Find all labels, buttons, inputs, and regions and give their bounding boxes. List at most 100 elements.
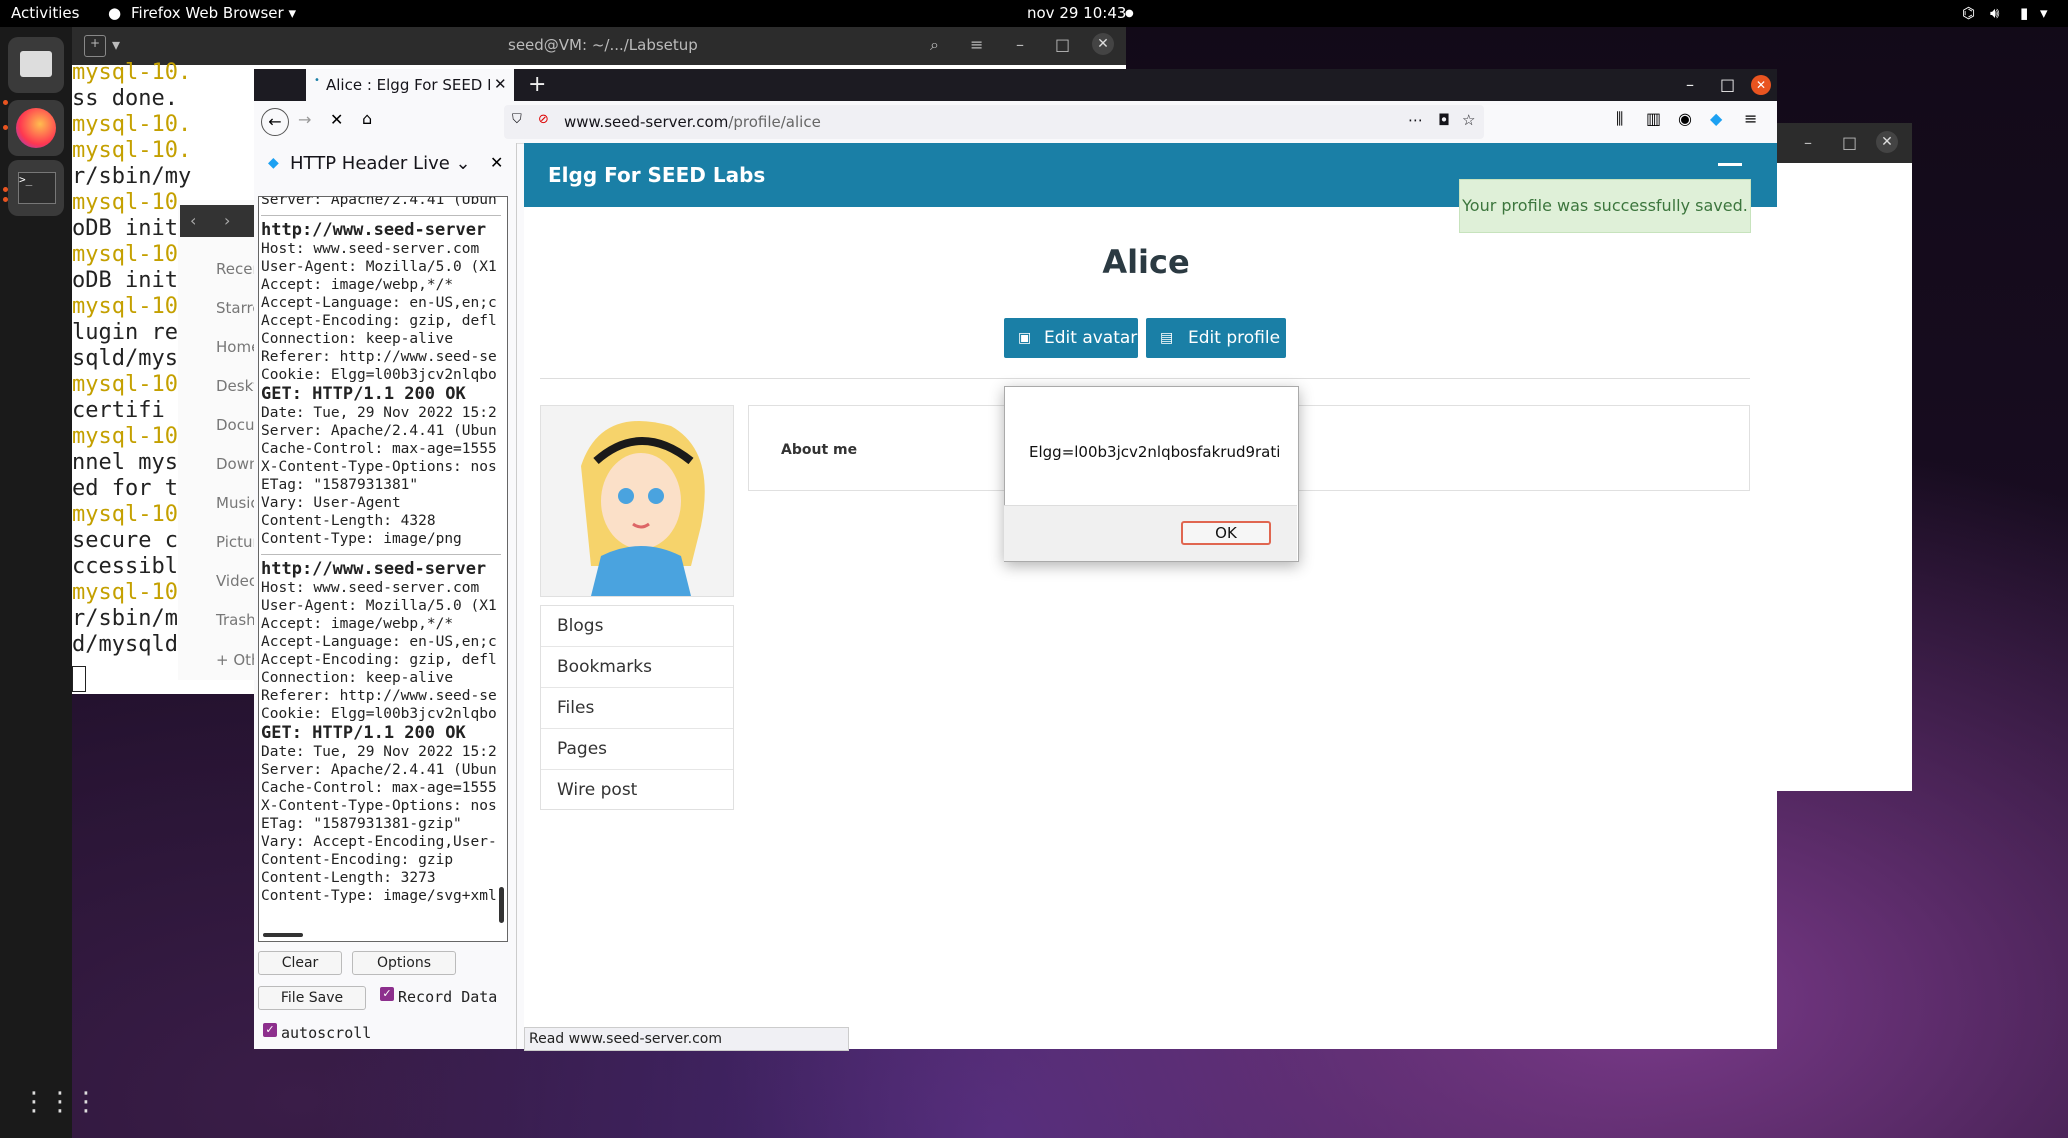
battery-icon[interactable]: ▮ bbox=[2020, 4, 2028, 22]
system-menu-chevron-icon[interactable]: ▾ bbox=[2040, 4, 2048, 22]
firefox-app-icon: ● bbox=[108, 4, 122, 22]
close-icon[interactable]: ✕ bbox=[1751, 75, 1771, 95]
site-title[interactable]: Elgg For SEED Labs bbox=[548, 163, 765, 187]
files-sidebar-item[interactable]: Deskt bbox=[216, 377, 259, 395]
owner-menu-item[interactable]: Pages bbox=[557, 739, 607, 759]
log-entry-line: ETag: "1587931381" bbox=[261, 477, 419, 493]
sidebar-close-icon[interactable]: ✕ bbox=[490, 153, 503, 172]
library-icon[interactable]: ⫼ bbox=[1616, 109, 1623, 129]
sidebar-toggle-icon[interactable]: ▥ bbox=[1646, 109, 1661, 128]
tab-close-icon[interactable]: ✕ bbox=[494, 75, 507, 93]
hamburger-menu-icon[interactable]: ≡ bbox=[970, 35, 983, 54]
files-sidebar-item[interactable]: Docu bbox=[216, 416, 254, 434]
owner-menu-item[interactable]: Bookmarks bbox=[557, 657, 652, 677]
options-button[interactable]: Options bbox=[352, 951, 456, 975]
hamburger-menu-icon[interactable]: ≡ bbox=[1744, 109, 1757, 128]
maximize-icon[interactable]: □ bbox=[1842, 133, 1857, 152]
terminal-dock-button[interactable]: >_ bbox=[8, 160, 64, 216]
running-indicator bbox=[3, 197, 8, 202]
header-log[interactable]: Server: Apache/2.4.41 (Ubun http://www.se… bbox=[258, 196, 508, 942]
terminal-line: ed for t bbox=[72, 476, 178, 501]
search-icon[interactable]: ⌕ bbox=[930, 35, 939, 55]
success-toast[interactable]: Your profile was successfully saved. bbox=[1459, 179, 1751, 233]
pocket-icon[interactable]: ◘ bbox=[1438, 111, 1450, 129]
close-icon[interactable]: ✕ bbox=[1876, 131, 1898, 153]
stop-loading-icon[interactable]: ✕ bbox=[330, 110, 343, 129]
firefox-dock-button[interactable] bbox=[8, 100, 64, 156]
background-window bbox=[1760, 123, 1912, 791]
log-entry-line: Referer: http://www.seed-se bbox=[261, 688, 497, 704]
files-dock-button[interactable] bbox=[8, 37, 64, 93]
owner-menu-item[interactable]: Files bbox=[557, 698, 594, 718]
terminal-line: r/sbin/m bbox=[72, 606, 178, 631]
owner-menu-item[interactable]: Wire post bbox=[557, 780, 637, 800]
files-sidebar-item[interactable]: Video bbox=[216, 572, 258, 590]
files-sidebar-item[interactable]: Pictur bbox=[216, 533, 259, 551]
ok-button[interactable]: OK bbox=[1181, 521, 1271, 545]
sidebar-switcher[interactable]: HTTP Header Live ⌄ bbox=[290, 153, 471, 174]
files-sidebar-item[interactable]: Down bbox=[216, 455, 259, 473]
url-bar[interactable]: ⛉ ⊘ www.seed-server.com/profile/alice ⋯ … bbox=[504, 105, 1484, 139]
home-icon[interactable]: ⌂ bbox=[362, 109, 372, 128]
terminal-line: sqld/mys bbox=[72, 346, 178, 371]
back-button-icon[interactable]: ← bbox=[261, 108, 289, 136]
minimize-icon[interactable]: – bbox=[1686, 75, 1694, 94]
app-menu[interactable]: Firefox Web Browser ▾ bbox=[131, 4, 296, 22]
terminal-line: mysql-10 bbox=[72, 424, 178, 449]
log-entry-line: Content-Type: image/svg+xml bbox=[261, 888, 497, 904]
background-window-titlebar: – □ ✕ bbox=[1760, 123, 1912, 163]
file-save-button[interactable]: File Save bbox=[258, 986, 366, 1010]
new-tab-button[interactable]: + bbox=[528, 72, 546, 97]
url-path: /profile/alice bbox=[728, 113, 821, 131]
record-data-label: Record Data bbox=[398, 988, 498, 1006]
terminal-line: mysql-10 bbox=[72, 580, 178, 605]
minimize-icon[interactable]: – bbox=[1804, 133, 1812, 152]
terminal-line: lugin re bbox=[72, 320, 178, 345]
close-icon[interactable]: ✕ bbox=[1092, 33, 1114, 55]
log-entry-line: Server: Apache/2.4.41 (Ubun bbox=[261, 423, 497, 439]
edit-profile-button[interactable]: ▤ Edit profile bbox=[1146, 318, 1286, 358]
clear-button[interactable]: Clear bbox=[258, 951, 342, 975]
extension-icon[interactable]: ◆ bbox=[1710, 109, 1722, 128]
page-actions-icon[interactable]: ⋯ bbox=[1408, 111, 1423, 129]
minimize-icon[interactable]: – bbox=[1016, 35, 1024, 54]
edit-avatar-button[interactable]: ▣ Edit avatar bbox=[1004, 318, 1138, 358]
maximize-icon[interactable]: □ bbox=[1055, 35, 1070, 54]
back-arrow-icon[interactable]: ‹ bbox=[190, 211, 196, 230]
activities-button[interactable]: Activities bbox=[11, 4, 79, 22]
terminal-line: certifi bbox=[72, 398, 165, 423]
chevron-down-icon: ⌄ bbox=[455, 153, 471, 174]
terminal-output: mysql-10.9.0.6ss done. Readymysql-10.9.0… bbox=[72, 60, 192, 658]
bookmark-star-icon[interactable]: ☆ bbox=[1462, 111, 1475, 129]
record-data-checkbox[interactable]: ✓ bbox=[380, 987, 394, 1001]
forward-button-icon[interactable]: → bbox=[298, 110, 311, 129]
log-entry-heading: http://www.seed-server bbox=[261, 559, 487, 579]
log-entry-line: Connection: keep-alive bbox=[261, 670, 454, 686]
owner-block-menu: Blogs Bookmarks Files Pages Wire post bbox=[540, 605, 734, 810]
log-entry-line: Content-Type: image/png bbox=[261, 531, 462, 547]
account-icon[interactable]: ◉ bbox=[1678, 109, 1692, 128]
hamburger-menu-icon[interactable] bbox=[1718, 163, 1742, 166]
forward-arrow-icon[interactable]: › bbox=[224, 211, 230, 230]
terminal-line: mysql-10 bbox=[72, 242, 178, 267]
dock: >_ ⋮⋮⋮ bbox=[0, 27, 99, 1138]
terminal-line: ccessibl bbox=[72, 554, 178, 579]
terminal-title: seed@VM: ~/.../Labsetup bbox=[508, 36, 698, 54]
clock[interactable]: nov 29 10:43 bbox=[1027, 4, 1126, 22]
network-icon[interactable]: ⌬ bbox=[1962, 4, 1975, 22]
log-horizontal-scrollbar[interactable] bbox=[263, 933, 303, 937]
chevron-down-icon[interactable]: ▾ bbox=[112, 35, 120, 54]
files-sidebar-item[interactable]: Trash bbox=[216, 611, 256, 629]
files-sidebar-item[interactable]: Music bbox=[216, 494, 259, 512]
log-entry-line: Cookie: Elgg=l00b3jcv2nlqbo bbox=[261, 367, 497, 383]
show-apps-grid-icon[interactable]: ⋮⋮⋮ bbox=[21, 1087, 99, 1117]
browser-tab[interactable]: • Alice : Elgg For SEED Lab ✕ bbox=[306, 69, 514, 101]
autoscroll-checkbox[interactable]: ✓ bbox=[263, 1023, 277, 1037]
volume-icon[interactable]: 🔊︎ bbox=[1990, 4, 1999, 22]
maximize-icon[interactable]: □ bbox=[1720, 75, 1735, 94]
owner-menu-item[interactable]: Blogs bbox=[557, 616, 603, 636]
new-tab-icon[interactable]: + bbox=[84, 35, 106, 57]
log-entry-heading: GET: HTTP/1.1 200 OK bbox=[261, 723, 466, 743]
log-vertical-scrollbar[interactable] bbox=[499, 887, 504, 923]
divider bbox=[540, 378, 1750, 379]
